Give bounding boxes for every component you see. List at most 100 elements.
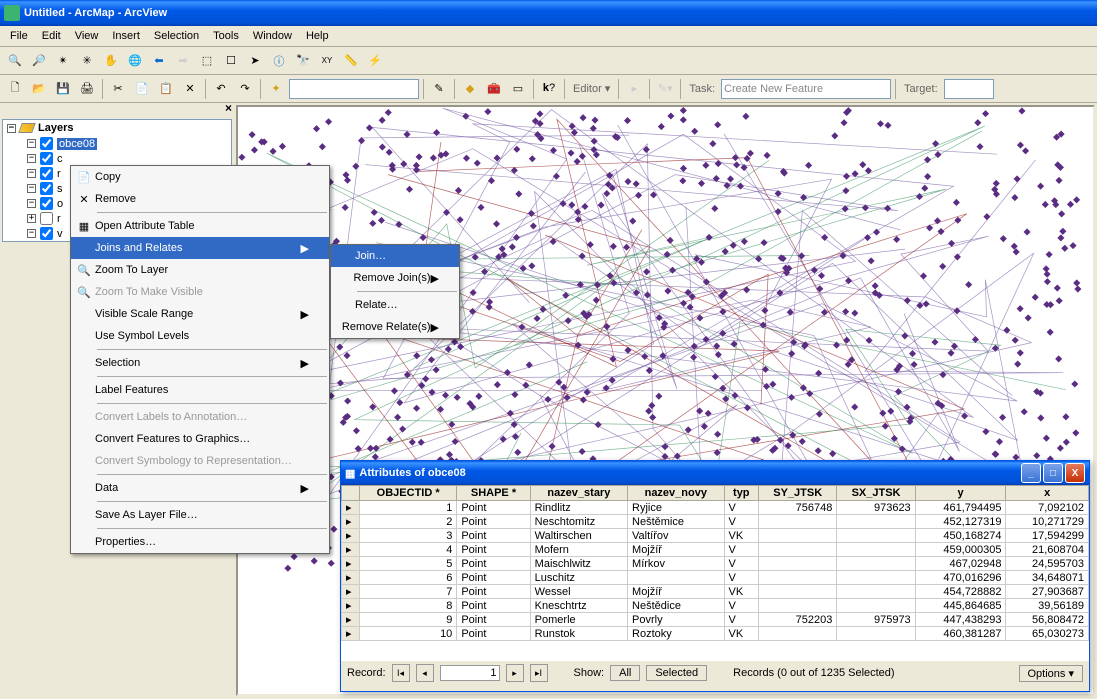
menu-item[interactable]: 🔍Zoom To Layer [71,259,329,281]
cell[interactable]: Point [457,599,530,613]
whatsthis-icon[interactable]: 𝐤? [538,78,560,100]
cell[interactable]: V [724,599,758,613]
cell[interactable]: Point [457,627,530,641]
cell[interactable]: V [724,613,758,627]
open-icon[interactable]: 📂 [28,78,50,100]
menu-item[interactable]: Use Symbol Levels [71,325,329,347]
full-extent-icon[interactable]: 🌐 [124,50,146,72]
cell[interactable]: 973623 [837,501,915,515]
menu-item[interactable]: Remove Join(s)▶ [331,267,459,289]
cell[interactable]: 452,127319 [915,515,1006,529]
clear-selection-icon[interactable]: ☐ [220,50,242,72]
editor-toolbar-icon[interactable]: ✎ [428,78,450,100]
menu-window[interactable]: Window [247,28,298,44]
menu-item[interactable]: Label Features [71,379,329,401]
last-record-icon[interactable]: ▸I [530,664,548,682]
cell[interactable]: 3 [360,529,457,543]
menu-item[interactable]: ✕Remove [71,188,329,210]
cell[interactable]: 4 [360,543,457,557]
cut-icon[interactable]: ✂ [107,78,129,100]
cell[interactable] [837,585,915,599]
column-header[interactable]: y [915,486,1006,501]
expand-icon[interactable]: − [27,229,36,238]
cmdline-icon[interactable]: ▭ [507,78,529,100]
column-header[interactable]: nazev_stary [530,486,627,501]
cell[interactable]: Runstok [530,627,627,641]
row-selector[interactable]: ▸ [342,543,360,557]
pointer-icon[interactable]: ➤ [244,50,266,72]
cell[interactable]: Mírkov [628,557,725,571]
cell[interactable] [628,571,725,585]
edit-tool-icon[interactable]: ▸ [623,78,645,100]
layer-checkbox[interactable] [40,152,53,165]
cell[interactable]: 467,02948 [915,557,1006,571]
table-row[interactable]: ▸1PointRindlitzRyjiceV756748973623461,79… [342,501,1089,515]
copy-icon[interactable]: 📄 [131,78,153,100]
layer-item[interactable]: − c [3,151,231,166]
cell[interactable]: 65,030273 [1006,627,1089,641]
column-header[interactable]: SY_JTSK [759,486,837,501]
cell[interactable]: 8 [360,599,457,613]
cell[interactable]: Neschtomitz [530,515,627,529]
cell[interactable]: 454,728882 [915,585,1006,599]
cell[interactable]: Point [457,613,530,627]
column-header[interactable]: typ [724,486,758,501]
cell[interactable] [759,585,837,599]
menu-help[interactable]: Help [300,28,335,44]
menu-item[interactable]: Join… [331,245,459,267]
menu-item[interactable]: 📄Copy [71,166,329,188]
menu-item[interactable]: Properties… [71,531,329,553]
zoom-fixed-in-icon[interactable]: ✴ [52,50,74,72]
cell[interactable]: Point [457,515,530,529]
select-features-icon[interactable]: ⬚ [196,50,218,72]
cell[interactable]: 447,438293 [915,613,1006,627]
cell[interactable]: 2 [360,515,457,529]
cell[interactable]: 6 [360,571,457,585]
table-row[interactable]: ▸10PointRunstokRoztokyVK460,38128765,030… [342,627,1089,641]
table-row[interactable]: ▸5PointMaischlwitzMírkovV467,0294824,595… [342,557,1089,571]
identify-icon[interactable]: ⓘ [268,50,290,72]
next-extent-icon[interactable]: ➡ [172,50,194,72]
cell[interactable]: Point [457,585,530,599]
cell[interactable] [837,515,915,529]
cell[interactable]: Rindlitz [530,501,627,515]
zoom-in-icon[interactable]: 🔍 [4,50,26,72]
prev-record-icon[interactable]: ◂ [416,664,434,682]
layer-checkbox[interactable] [40,167,53,180]
row-selector[interactable]: ▸ [342,515,360,529]
menu-item[interactable]: Visible Scale Range▶ [71,303,329,325]
table-row[interactable]: ▸9PointPomerlePovrlyV752203975973447,438… [342,613,1089,627]
expand-icon[interactable]: − [27,139,36,148]
first-record-icon[interactable]: I◂ [392,664,410,682]
table-row[interactable]: ▸2PointNeschtomitzNeštěmiceV452,12731910… [342,515,1089,529]
target-dropdown[interactable] [944,79,994,99]
cell[interactable] [837,571,915,585]
cell[interactable]: Mofern [530,543,627,557]
menu-item[interactable]: Convert Features to Graphics… [71,428,329,450]
cell[interactable]: Valtířov [628,529,725,543]
cell[interactable]: 10 [360,627,457,641]
cell[interactable]: 1 [360,501,457,515]
cell[interactable]: Point [457,501,530,515]
cell[interactable]: 445,864685 [915,599,1006,613]
layer-checkbox[interactable] [40,212,53,225]
pan-icon[interactable]: ✋ [100,50,122,72]
add-data-icon[interactable]: ✦ [265,78,287,100]
menu-item[interactable]: ▦Open Attribute Table [71,215,329,237]
table-row[interactable]: ▸6PointLuschitzV470,01629634,648071 [342,571,1089,585]
prev-extent-icon[interactable]: ⬅ [148,50,170,72]
cell[interactable]: 21,608704 [1006,543,1089,557]
close-icon[interactable]: X [1065,463,1085,483]
row-selector[interactable]: ▸ [342,557,360,571]
layer-checkbox[interactable] [40,182,53,195]
row-selector[interactable]: ▸ [342,613,360,627]
print-icon[interactable]: 🖨 [76,78,98,100]
expand-icon[interactable]: + [27,214,36,223]
arccatalog-icon[interactable]: ◆ [459,78,481,100]
new-icon[interactable]: 🗋 [4,78,26,100]
editor-menu[interactable]: Editor ▾ [569,82,614,95]
scale-dropdown[interactable] [289,79,419,99]
maximize-icon[interactable]: □ [1043,463,1063,483]
cell[interactable]: Ryjice [628,501,725,515]
table-row[interactable]: ▸7PointWesselMojžířVK454,72888227,903687 [342,585,1089,599]
